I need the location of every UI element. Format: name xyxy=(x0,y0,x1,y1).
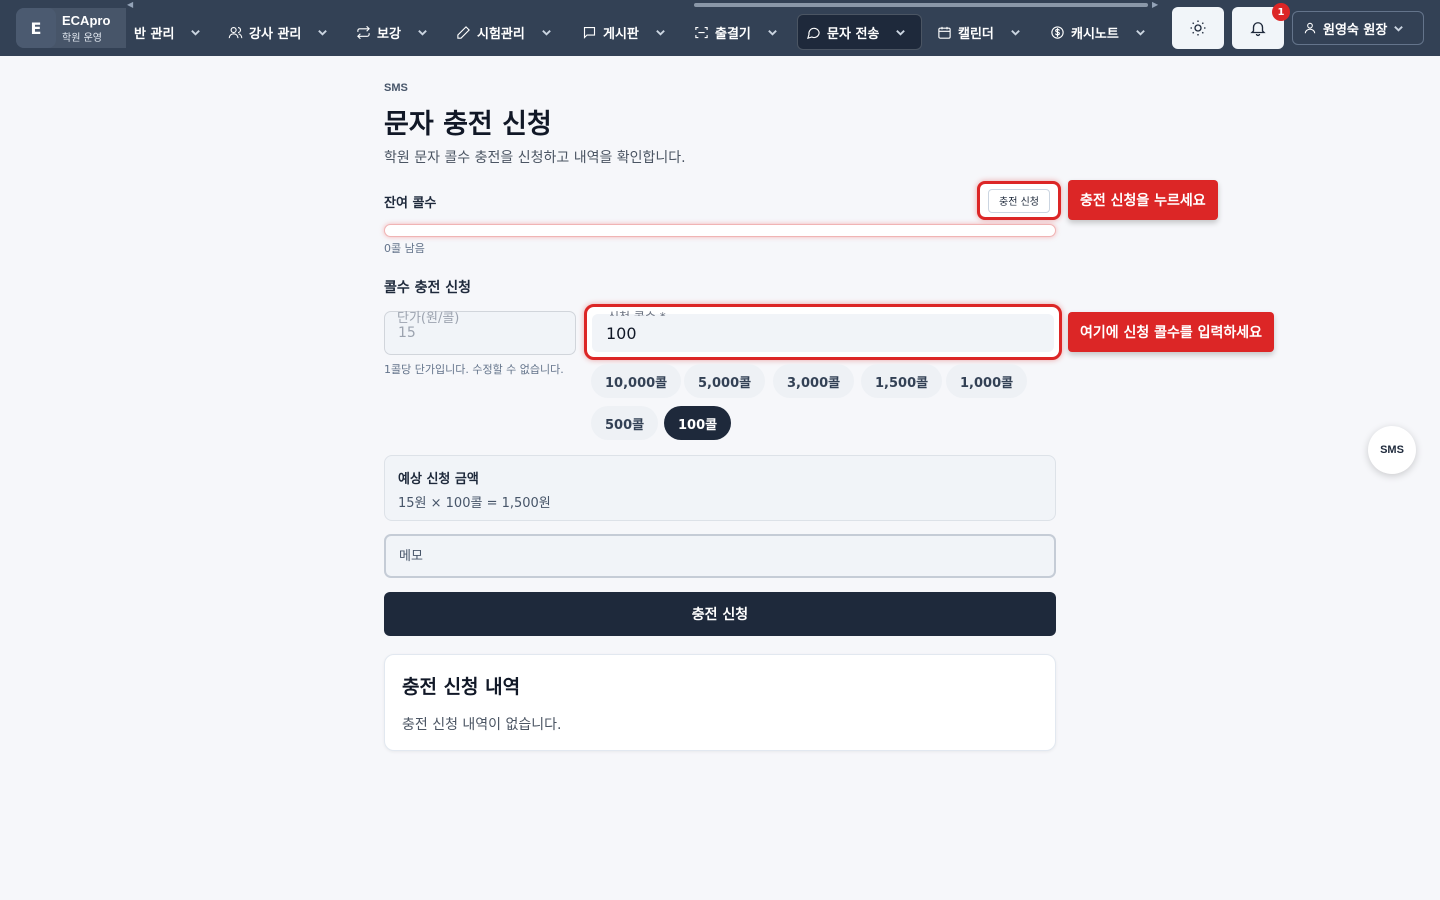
preset-chip-10000[interactable]: 10,000콜 xyxy=(591,364,682,398)
nav-item-label: 출결기 xyxy=(715,26,751,42)
count-field: 신청 콜수 * xyxy=(592,310,1054,352)
preset-chip-500[interactable]: 500콜 xyxy=(591,406,659,440)
nav-item-makeup[interactable]: 보강 xyxy=(348,14,436,50)
sun-icon xyxy=(1190,20,1206,36)
callout-input: 여기에 신청 콜수를 입력하세요 xyxy=(1068,312,1275,352)
nav-item-sms[interactable]: 문자 전송 xyxy=(797,14,922,50)
unit-price-field: 단가(원/콜) xyxy=(384,311,576,355)
preset-chip-3000[interactable]: 3,000콜 xyxy=(773,364,855,398)
page-title: 문자 충전 신청 xyxy=(384,109,552,140)
brand-logo: E xyxy=(16,8,56,48)
brand-subtitle: 학원 운영 xyxy=(62,33,102,44)
preset-chip-5000[interactable]: 5,000콜 xyxy=(684,364,766,398)
nav-scroll-left-icon[interactable]: ◀ xyxy=(127,0,133,9)
chevron-down-icon xyxy=(542,29,551,36)
scan-icon xyxy=(695,26,708,38)
nav-item-label: 문자 전송 xyxy=(827,26,880,42)
chevron-down-icon xyxy=(896,29,906,36)
nav-item-label: 캘린더 xyxy=(958,26,994,42)
chevron-down-icon xyxy=(768,29,777,36)
nav-item-board[interactable]: 게시판 xyxy=(574,14,674,50)
nav-item-label: 캐시노트 xyxy=(1071,26,1119,42)
users-icon xyxy=(228,26,243,38)
user-menu-button[interactable]: 원영숙 원장 xyxy=(1292,11,1424,45)
unit-price-input xyxy=(398,325,558,341)
nav-scrollbar[interactable] xyxy=(694,3,1148,7)
pencil-icon xyxy=(457,25,470,39)
preset-chip-100[interactable]: 100콜 xyxy=(664,406,732,440)
chevron-down-icon xyxy=(1011,29,1020,36)
count-label: 신청 콜수 * xyxy=(608,308,666,316)
notification-button[interactable]: 1 xyxy=(1232,3,1290,49)
preset-chip-1000[interactable]: 1,000콜 xyxy=(946,364,1028,398)
page-eyebrow: SMS xyxy=(384,82,408,94)
unit-price-help: 1콜당 단가입니다. 수정할 수 없습니다. xyxy=(384,363,564,376)
brand[interactable]: E ECApro 학원 운영 xyxy=(16,8,126,48)
callout-top: 충전 신청을 누르세요 xyxy=(1068,180,1218,220)
chevron-down-icon xyxy=(1136,29,1145,36)
top-navigation-bar: E ECApro 학원 운영 ◀ ▶ 반 관리 강사 관리 보강 시험관리 게시… xyxy=(0,0,1440,56)
user-name: 원영숙 원장 xyxy=(1323,22,1388,38)
history-empty-text: 충전 신청 내역이 없습니다. xyxy=(402,717,562,733)
balance-remaining: 0콜 남음 xyxy=(384,242,425,255)
dollar-icon xyxy=(1051,25,1064,39)
sms-floating-button[interactable]: SMS xyxy=(1368,426,1416,474)
nav-scroll-right-icon[interactable]: ▶ xyxy=(1152,0,1158,9)
unit-price-label: 단가(원/콜) xyxy=(397,311,460,326)
brand-name: ECApro xyxy=(62,13,111,28)
theme-toggle-button[interactable] xyxy=(1172,7,1224,49)
count-input[interactable] xyxy=(606,324,1026,343)
nav-item-class[interactable]: 반 관리 xyxy=(126,14,209,50)
nav-item-label: 게시판 xyxy=(603,26,639,42)
charge-section-title: 콜수 충전 신청 xyxy=(384,280,472,296)
nav-item-label: 강사 관리 xyxy=(249,26,302,42)
nav-item-teachers[interactable]: 강사 관리 xyxy=(220,14,336,50)
nav-item-label: 시험관리 xyxy=(477,26,525,42)
user-icon xyxy=(1304,22,1316,34)
history-title: 충전 신청 내역 xyxy=(402,676,521,698)
estimate-box: 예상 신청 금액 15원 × 100콜 = 1,500원 xyxy=(384,455,1056,521)
chevron-down-icon xyxy=(318,29,328,36)
nav-item-cashnote[interactable]: 캐시노트 xyxy=(1042,14,1154,50)
chat-square-icon xyxy=(583,26,596,39)
page-description: 학원 문자 콜수 충전을 신청하고 내역을 확인합니다. xyxy=(384,150,686,166)
charge-request-small-button[interactable]: 충전 신청 xyxy=(988,188,1050,213)
notification-badge: 1 xyxy=(1272,3,1290,21)
estimate-value: 15원 × 100콜 = 1,500원 xyxy=(398,496,551,511)
calendar-icon xyxy=(938,26,951,39)
nav-item-exams[interactable]: 시험관리 xyxy=(448,14,560,50)
message-icon xyxy=(807,27,820,39)
chevron-down-icon xyxy=(1394,25,1404,32)
bell-icon xyxy=(1250,22,1266,37)
nav-item-attendance[interactable]: 출결기 xyxy=(686,14,786,50)
memo-input[interactable] xyxy=(384,534,1056,578)
charge-history-card: 충전 신청 내역 충전 신청 내역이 없습니다. xyxy=(384,654,1056,751)
balance-progress-bar xyxy=(384,224,1056,237)
chevron-down-icon xyxy=(418,29,427,36)
balance-label: 잔여 콜수 xyxy=(384,196,437,211)
highlight-count-input: 신청 콜수 * xyxy=(584,304,1062,360)
nav-item-label: 보강 xyxy=(377,26,401,42)
highlight-charge-button: 충전 신청 xyxy=(977,181,1061,220)
repeat-icon xyxy=(357,25,370,39)
estimate-title: 예상 신청 금액 xyxy=(398,472,479,487)
nav-item-label: 반 관리 xyxy=(134,26,175,42)
chevron-down-icon xyxy=(191,29,201,36)
chevron-down-icon xyxy=(656,29,665,36)
preset-chip-1500[interactable]: 1,500콜 xyxy=(861,364,943,398)
nav-item-calendar[interactable]: 캘린더 xyxy=(929,14,1029,50)
submit-charge-button[interactable]: 충전 신청 xyxy=(384,592,1056,636)
